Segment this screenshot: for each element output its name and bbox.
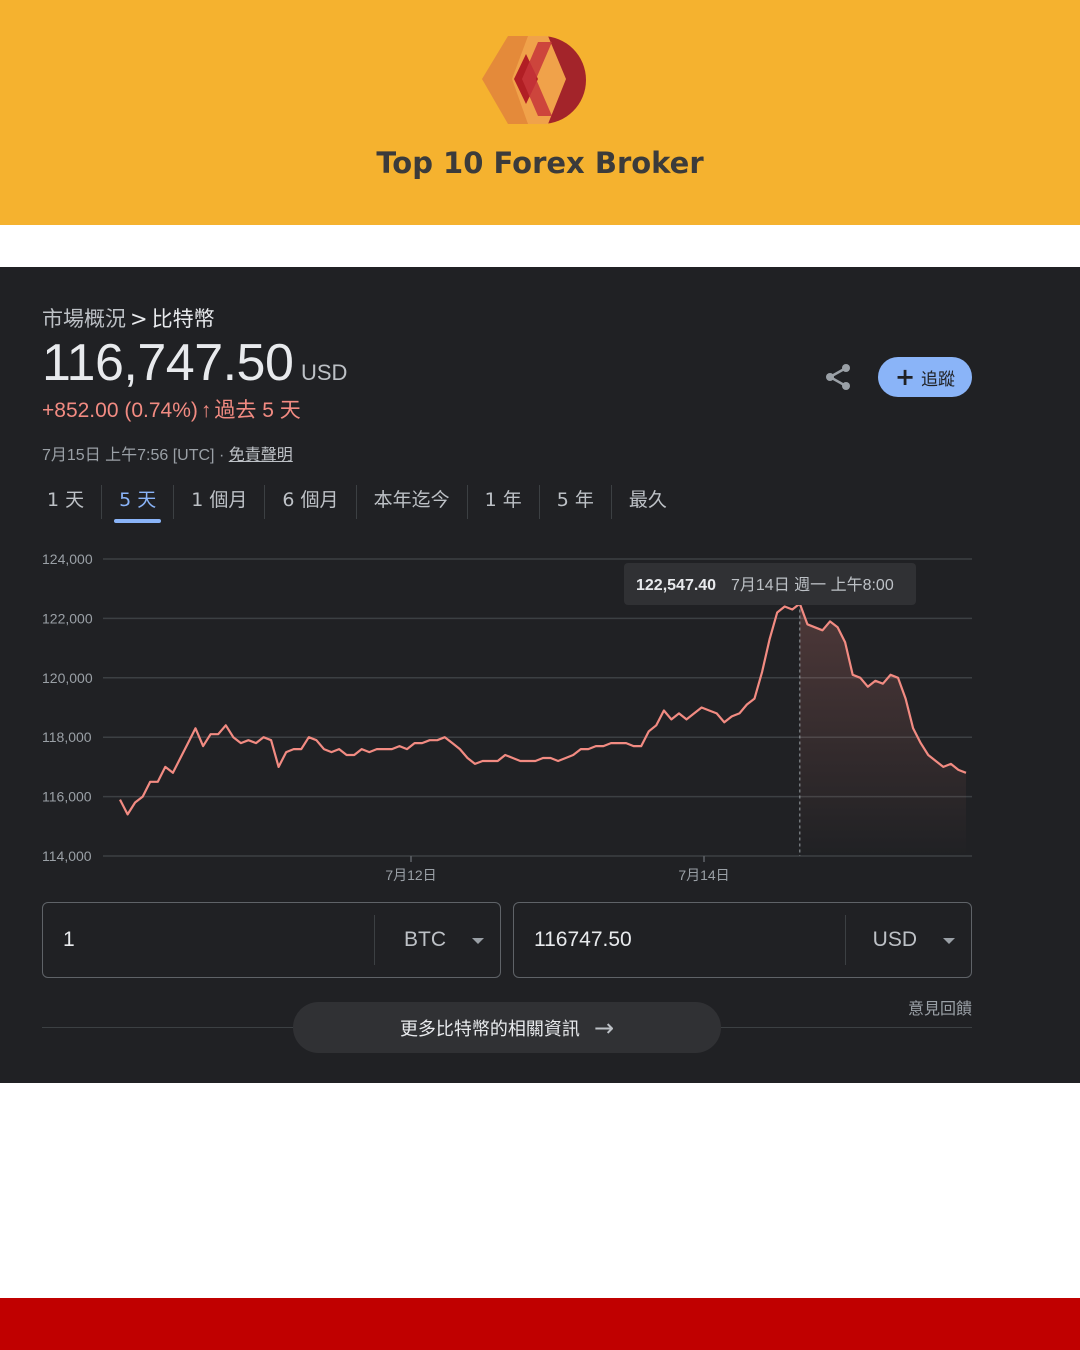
finance-card: 市場概況 > 比特幣 116,747.50 USD +852.00 (0.74%) ↑… bbox=[0, 267, 1080, 1083]
more-info-button[interactable]: 更多比特幣的相關資訊 → bbox=[293, 1002, 721, 1053]
tooltip-value: 122,547.40 bbox=[636, 577, 716, 594]
converter-from: 1 BTC bbox=[42, 902, 501, 978]
follow-button[interactable]: + 追蹤 bbox=[878, 357, 972, 397]
disclaimer-link[interactable]: 免責聲明 bbox=[229, 447, 293, 464]
converter-divider bbox=[845, 915, 846, 965]
x-tick-label: 7月14日 bbox=[678, 867, 729, 883]
tab-1y[interactable]: 1 年 bbox=[468, 479, 539, 523]
converter-divider bbox=[374, 915, 375, 965]
tab-5d[interactable]: 5 天 bbox=[102, 479, 173, 523]
breadcrumb-parent[interactable]: 市場概況 bbox=[42, 307, 126, 331]
brand-name: Top 10 Forex Broker bbox=[376, 146, 704, 180]
arrow-right-icon: → bbox=[593, 1013, 615, 1042]
x-tick-label: 7月12日 bbox=[385, 867, 436, 883]
price-change: +852.00 (0.74%) ↑ 過去 5 天 bbox=[42, 394, 301, 424]
breadcrumb: 市場概況 > 比特幣 bbox=[42, 303, 215, 333]
y-tick-label: 118,000 bbox=[42, 729, 92, 745]
arrow-up-icon: ↑ bbox=[200, 399, 212, 422]
tab-5y[interactable]: 5 年 bbox=[540, 479, 611, 523]
converter-to: 116747.50 USD bbox=[513, 902, 972, 978]
y-tick-label: 120,000 bbox=[42, 670, 93, 686]
from-currency-select[interactable]: BTC bbox=[404, 928, 446, 952]
price-currency: USD bbox=[301, 360, 348, 385]
tooltip-date: 7月14日 週一 上午8:00 bbox=[731, 576, 894, 594]
tab-ytd[interactable]: 本年迄今 bbox=[357, 479, 467, 523]
chevron-down-icon[interactable] bbox=[472, 938, 484, 944]
to-currency-select[interactable]: USD bbox=[873, 928, 917, 952]
highlight-area bbox=[799, 603, 966, 856]
tab-max[interactable]: 最久 bbox=[612, 479, 684, 523]
more-info-label: 更多比特幣的相關資訊 bbox=[399, 1018, 580, 1040]
footer-bar bbox=[0, 1298, 1080, 1350]
tab-6m[interactable]: 6 個月 bbox=[265, 479, 355, 523]
breadcrumb-separator: > bbox=[130, 307, 148, 331]
tab-1m[interactable]: 1 個月 bbox=[174, 479, 264, 523]
brand-logo bbox=[482, 36, 586, 124]
chevron-down-icon[interactable] bbox=[943, 938, 955, 944]
share-icon[interactable] bbox=[822, 361, 854, 393]
y-tick-label: 122,000 bbox=[42, 610, 93, 626]
breadcrumb-current: 比特幣 bbox=[151, 307, 215, 331]
y-tick-label: 124,000 bbox=[42, 551, 93, 567]
quote-timestamp: 7月15日 上午7:56 [UTC] · 免責聲明 bbox=[42, 441, 293, 465]
timestamp-text: 7月15日 上午7:56 [UTC] · bbox=[42, 447, 229, 464]
to-amount-input[interactable]: 116747.50 bbox=[534, 928, 632, 952]
change-value: +852.00 (0.74%) bbox=[42, 399, 198, 422]
change-period: 過去 5 天 bbox=[214, 399, 301, 422]
feedback-link[interactable]: 意見回饋 bbox=[908, 995, 972, 1019]
y-tick-label: 114,000 bbox=[42, 848, 92, 864]
tab-1d[interactable]: 1 天 bbox=[30, 479, 101, 523]
from-amount-input[interactable]: 1 bbox=[63, 928, 75, 952]
y-tick-label: 116,000 bbox=[42, 789, 92, 805]
current-price: 116,747.50 bbox=[42, 334, 294, 392]
price-chart[interactable]: 124,000 122,000 120,000 118,000 116,000 114,0… bbox=[0, 543, 1080, 883]
follow-label: 追蹤 bbox=[921, 369, 956, 390]
brand-banner: Top 10 Forex Broker bbox=[0, 0, 1080, 225]
plus-icon: + bbox=[894, 363, 916, 391]
range-tabs: 1 天 5 天 1 個月 6 個月 本年迄今 1 年 5 年 最久 bbox=[30, 479, 684, 525]
